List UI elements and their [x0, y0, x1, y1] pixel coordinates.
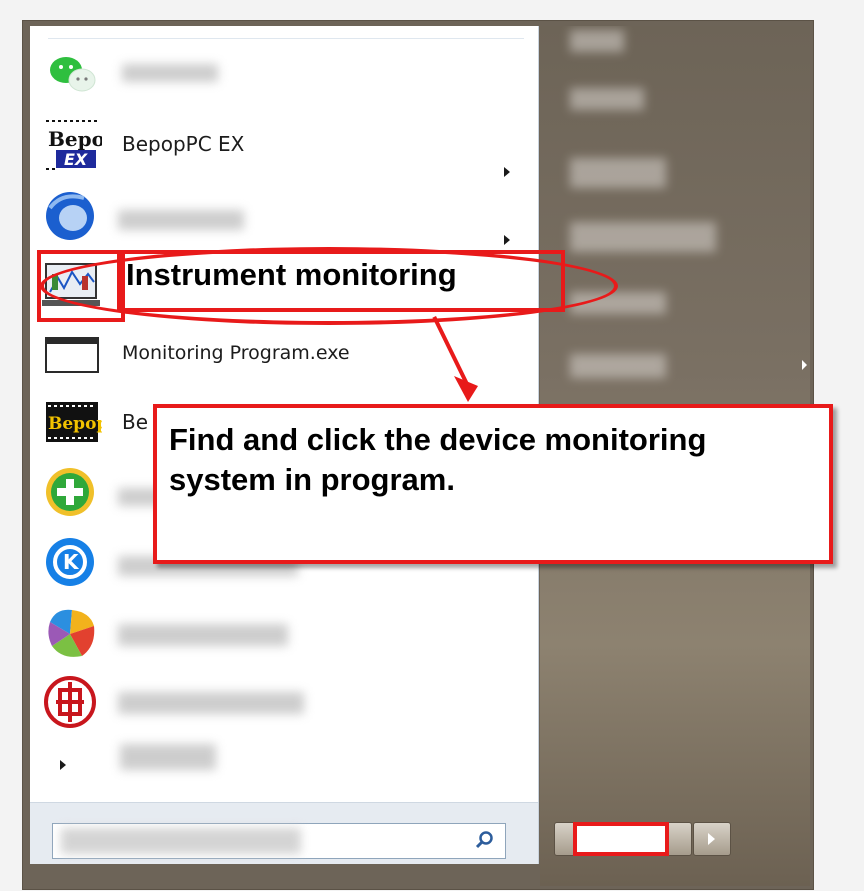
- submenu-arrow-icon[interactable]: [504, 167, 510, 177]
- program-item-blurred-8[interactable]: [30, 598, 538, 666]
- k-circle-icon: K: [46, 538, 94, 586]
- program-label: Be: [122, 410, 149, 434]
- wechat-icon: [50, 57, 96, 92]
- bepop-ex-icon: Bepop EX: [44, 118, 102, 170]
- blurred-label: [118, 692, 304, 714]
- red-seal-icon: [44, 676, 96, 728]
- place-item[interactable]: [570, 292, 666, 314]
- highlight-label: Instrument monitoring: [126, 257, 457, 292]
- colorful-petal-icon: [48, 609, 95, 657]
- place-item[interactable]: [570, 354, 666, 378]
- program-item-bepoppc-ex[interactable]: Bepop EX BepopPC EX: [30, 110, 538, 178]
- blurred-label: [118, 210, 244, 230]
- program-item-wechat[interactable]: [30, 38, 538, 106]
- search-area: [30, 802, 538, 864]
- expand-arrow-icon: [60, 760, 66, 770]
- shutdown-options-button[interactable]: [693, 822, 731, 856]
- svg-text:Bepop: Bepop: [48, 414, 102, 434]
- submenu-arrow-icon[interactable]: [504, 235, 510, 245]
- monitor-chart-icon: [42, 263, 100, 306]
- search-icon[interactable]: [475, 830, 495, 850]
- blurred-label: [120, 744, 216, 770]
- chevron-right-icon: [708, 833, 715, 845]
- program-item-blurred-2[interactable]: [30, 180, 538, 248]
- green-plus-icon: [46, 468, 94, 516]
- window-icon: [45, 337, 99, 373]
- place-item[interactable]: [570, 30, 624, 52]
- place-item[interactable]: [570, 88, 644, 110]
- shutdown-highlight: [573, 822, 669, 856]
- bepop-icon: Bepop: [46, 402, 102, 442]
- place-item[interactable]: [570, 222, 716, 252]
- search-input[interactable]: [52, 823, 506, 859]
- program-label: BepopPC EX: [122, 132, 245, 156]
- blurred-text: [61, 828, 301, 854]
- program-item-blurred-9[interactable]: [30, 666, 538, 734]
- svg-text:EX: EX: [64, 150, 88, 169]
- svg-text:Bepop: Bepop: [48, 127, 102, 151]
- blurred-label: [122, 64, 218, 82]
- arrowhead-icon: [454, 376, 478, 402]
- program-label: Monitoring Program.exe: [122, 342, 350, 364]
- blue-sphere-icon: [46, 192, 94, 240]
- place-item[interactable]: [570, 158, 666, 188]
- submenu-arrow-icon[interactable]: [802, 360, 807, 370]
- svg-text:K: K: [63, 550, 80, 574]
- instruction-text: Find and click the device monitoring sys…: [169, 422, 707, 497]
- instruction-callout: Find and click the device monitoring sys…: [153, 404, 833, 564]
- blurred-label: [118, 624, 288, 646]
